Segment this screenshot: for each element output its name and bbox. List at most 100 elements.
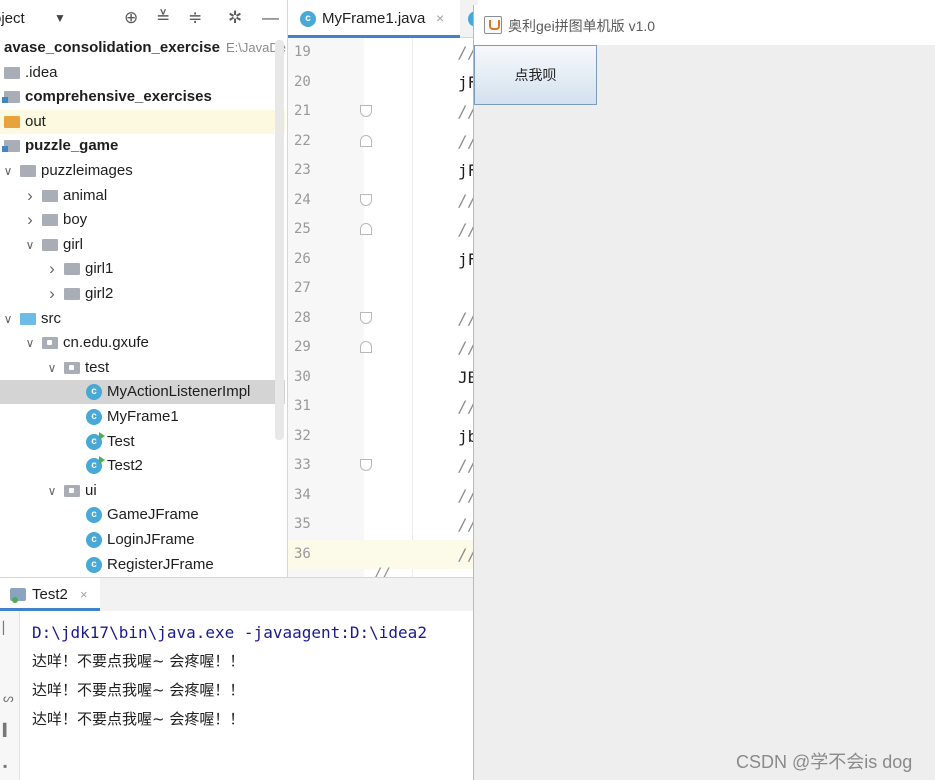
collapse-all-icon[interactable]: ≑	[188, 8, 202, 28]
scroll-icon[interactable]: ᔕ	[3, 691, 14, 705]
project-title[interactable]: oject	[0, 10, 25, 27]
chevron-right-icon[interactable]: ›	[46, 282, 58, 306]
run-tab-label: Test2	[32, 586, 68, 603]
tab-myframe1-java[interactable]: c MyFrame1.java ×	[288, 0, 460, 38]
tree-item-label: comprehensive_exercises	[25, 88, 212, 106]
tree-item[interactable]: ∨ puzzleimages	[0, 159, 285, 183]
chevron-down-icon[interactable]: ∨	[2, 159, 14, 183]
chevron-down-icon[interactable]: ∨	[2, 307, 14, 331]
tree-item[interactable]: › girl1	[0, 257, 285, 281]
tree-item[interactable]: comprehensive_exercises	[0, 85, 285, 109]
tree-item[interactable]: › girl2	[0, 282, 285, 306]
line-number: 26	[294, 250, 311, 267]
tree-item[interactable]: .idea	[0, 61, 285, 85]
tree-item[interactable]: ∨ cn.edu.gxufe	[0, 331, 285, 355]
tree-item[interactable]: ∨ ui	[0, 479, 285, 503]
tree-item[interactable]: c MyFrame1	[0, 405, 285, 429]
tree-item[interactable]: ∨ src	[0, 307, 285, 331]
console-command-line: D:\jdk17\bin\java.exe -javaagent:D:\idea…	[32, 623, 427, 642]
chevron-right-icon[interactable]: ›	[46, 257, 58, 281]
tree-scrollbar[interactable]	[275, 40, 284, 440]
chevron-down-icon[interactable]: ∨	[24, 331, 36, 355]
console-output[interactable]: D:\jdk17\bin\java.exe -javaagent:D:\idea…	[32, 618, 427, 734]
code-line[interactable]: 23 jF	[288, 156, 478, 185]
game-content-pane: 点我呗	[474, 45, 935, 780]
code-line[interactable]: 27	[288, 274, 478, 303]
close-icon[interactable]: ×	[436, 10, 444, 26]
crosshair-icon[interactable]: ⊕	[124, 8, 138, 28]
fold-marker-icon[interactable]	[360, 105, 372, 117]
tree-item-label: .idea	[25, 63, 58, 81]
tree-item[interactable]: c MyActionListenerImpl	[0, 380, 285, 405]
tree-item[interactable]: › animal	[0, 184, 285, 208]
click-me-button[interactable]: 点我呗	[474, 45, 597, 105]
code-editor: c MyFrame1.java × 19//20 jF 21//22//23 jF 24…	[288, 0, 478, 577]
java-cup-icon	[484, 16, 502, 34]
code-line[interactable]: 29//	[288, 333, 478, 362]
chevron-down-icon[interactable]: ∨	[46, 356, 58, 380]
close-icon[interactable]: ×	[80, 587, 88, 602]
package-icon	[42, 337, 58, 350]
module-folder-icon	[2, 140, 20, 153]
fold-marker-icon[interactable]	[360, 134, 372, 147]
code-line[interactable]: 36//	[288, 539, 478, 569]
chevron-right-icon[interactable]: ›	[24, 184, 36, 208]
tree-item[interactable]: out	[0, 109, 285, 134]
tree-item[interactable]: c Test	[0, 430, 285, 454]
line-number: 30	[294, 368, 311, 385]
fold-marker-icon[interactable]	[360, 223, 372, 235]
console-output-line: 达咩！不要点我喔~ 会疼喔！！	[32, 681, 245, 699]
code-line[interactable]: 34//	[288, 481, 478, 510]
chevron-right-icon[interactable]: ›	[24, 208, 36, 232]
softwrap-icon[interactable]: ▪	[3, 759, 13, 773]
tree-item[interactable]: ∨ test	[0, 356, 285, 380]
tab-test2[interactable]: Test2 ×	[0, 578, 100, 611]
code-line[interactable]: 31//	[288, 392, 478, 421]
project-header: oject ▼ ⊕ ≚ ≑ ✲ —	[0, 0, 287, 38]
code-line[interactable]: 28//	[288, 304, 478, 333]
code-line[interactable]: 30 JB	[288, 363, 478, 392]
tree-item[interactable]: c Test2	[0, 454, 285, 478]
tree-item[interactable]: c RegisterJFrame	[0, 553, 285, 577]
tree-item[interactable]: c LoginJFrame	[0, 528, 285, 552]
code-line[interactable]: 19//	[288, 38, 478, 67]
code-line[interactable]: 21//	[288, 97, 478, 126]
tree-item-label: puzzle_game	[25, 137, 119, 155]
code-line[interactable]: 32 jb	[288, 422, 478, 451]
gear-icon[interactable]: ✲	[228, 8, 242, 28]
fold-marker-icon[interactable]	[360, 341, 372, 353]
tree-item-label: girl2	[85, 285, 114, 302]
code-line[interactable]: 25//	[288, 215, 478, 244]
chevron-down-icon[interactable]: ∨	[24, 233, 36, 257]
tree-item-label: MyActionListenerImpl	[107, 383, 251, 401]
line-number: 33	[294, 457, 311, 473]
tree-item[interactable]: ∨ girl	[0, 233, 285, 257]
line-number: 32	[294, 427, 311, 444]
class-icon: c	[300, 11, 316, 27]
tree-item[interactable]: avase_consolidation_exercise E:\JavaDe	[0, 36, 286, 60]
code-line[interactable]: 24//	[288, 186, 478, 215]
folder-icon	[64, 263, 80, 276]
code-line[interactable]: 35//	[288, 510, 478, 539]
game-window-titlebar[interactable]: 奥利gei拼图单机版 v1.0	[474, 5, 935, 45]
console-output-line: 达咩！不要点我喔~ 会疼喔！！	[32, 710, 245, 728]
code-line[interactable]: 33//	[288, 451, 478, 480]
fold-marker-icon[interactable]	[360, 193, 372, 206]
tree-item[interactable]: › boy	[0, 208, 285, 232]
code-line[interactable]: 20 jF	[288, 68, 478, 97]
tree-item[interactable]: c GameJFrame	[0, 503, 285, 527]
chevron-down-icon[interactable]: ∨	[46, 479, 58, 503]
code-line[interactable]: 26 jF	[288, 245, 478, 274]
line-number: 31	[294, 398, 311, 414]
line-number: 34	[294, 486, 311, 503]
code-line[interactable]: 22//	[288, 127, 478, 156]
fold-marker-icon[interactable]	[360, 311, 372, 324]
fold-marker-icon[interactable]	[360, 459, 372, 471]
rerun-icon[interactable]: ▏	[3, 621, 13, 635]
expand-all-icon[interactable]: ≚	[156, 8, 170, 28]
pause-icon[interactable]: ▍	[3, 723, 13, 737]
chevron-down-icon[interactable]: ▼	[54, 11, 66, 25]
line-number: 29	[294, 339, 311, 355]
minimize-icon[interactable]: —	[262, 8, 279, 28]
tree-item[interactable]: puzzle_game	[0, 134, 285, 158]
